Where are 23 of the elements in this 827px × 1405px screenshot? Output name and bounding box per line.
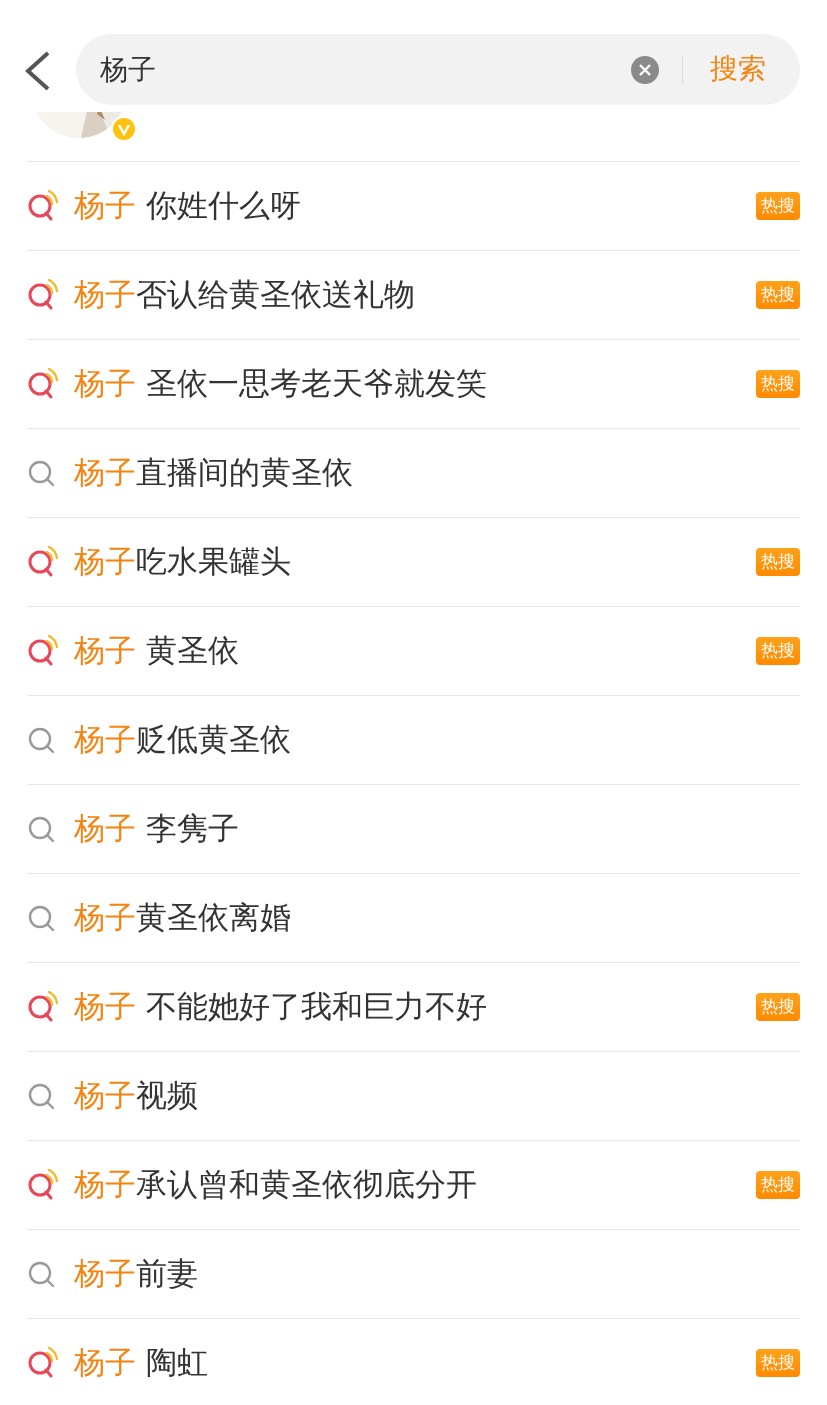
hot-tag: 热搜 — [756, 281, 800, 309]
hot-tag: 热搜 — [756, 548, 800, 576]
suggestion-link[interactable]: 杨子 不能她好了我和巨力不好 — [74, 988, 487, 1026]
hot-tag: 热搜 — [756, 637, 800, 665]
suggestion-link[interactable]: 杨子贬低黄圣依 — [74, 721, 291, 759]
suggestion-link[interactable]: 杨子 黄圣依 — [74, 632, 239, 670]
suggestion-link[interactable]: 杨子 陶虹 — [74, 1344, 208, 1382]
suggestion-link[interactable]: 杨子承认曾和黄圣依彻底分开 — [74, 1166, 477, 1204]
suggestion-link[interactable]: 杨子 李隽子 — [74, 810, 239, 848]
suggestion-link[interactable]: 杨子否认给黄圣依送礼物 — [74, 276, 415, 314]
suggestion-link[interactable]: 杨子前妻 — [74, 1255, 198, 1293]
suggestion-link[interactable]: 杨子 你姓什么呀 — [74, 187, 301, 225]
hot-tag: 热搜 — [756, 1171, 800, 1199]
suggestion-link[interactable]: 杨子黄圣依离婚 — [74, 899, 291, 937]
hot-tag: 热搜 — [756, 192, 800, 220]
hot-tag: 热搜 — [756, 1349, 800, 1377]
suggestion-link[interactable]: 杨子直播间的黄圣依 — [74, 454, 353, 492]
suggestion-link[interactable]: 杨子吃水果罐头 — [74, 543, 291, 581]
hot-tag: 热搜 — [756, 993, 800, 1021]
suggestion-link[interactable]: 杨子 圣依一思考老天爷就发笑 — [74, 365, 487, 403]
clear-icon[interactable] — [630, 55, 660, 85]
suggestion-link[interactable]: 杨子视频 — [74, 1077, 198, 1115]
hot-tag: 热搜 — [756, 370, 800, 398]
